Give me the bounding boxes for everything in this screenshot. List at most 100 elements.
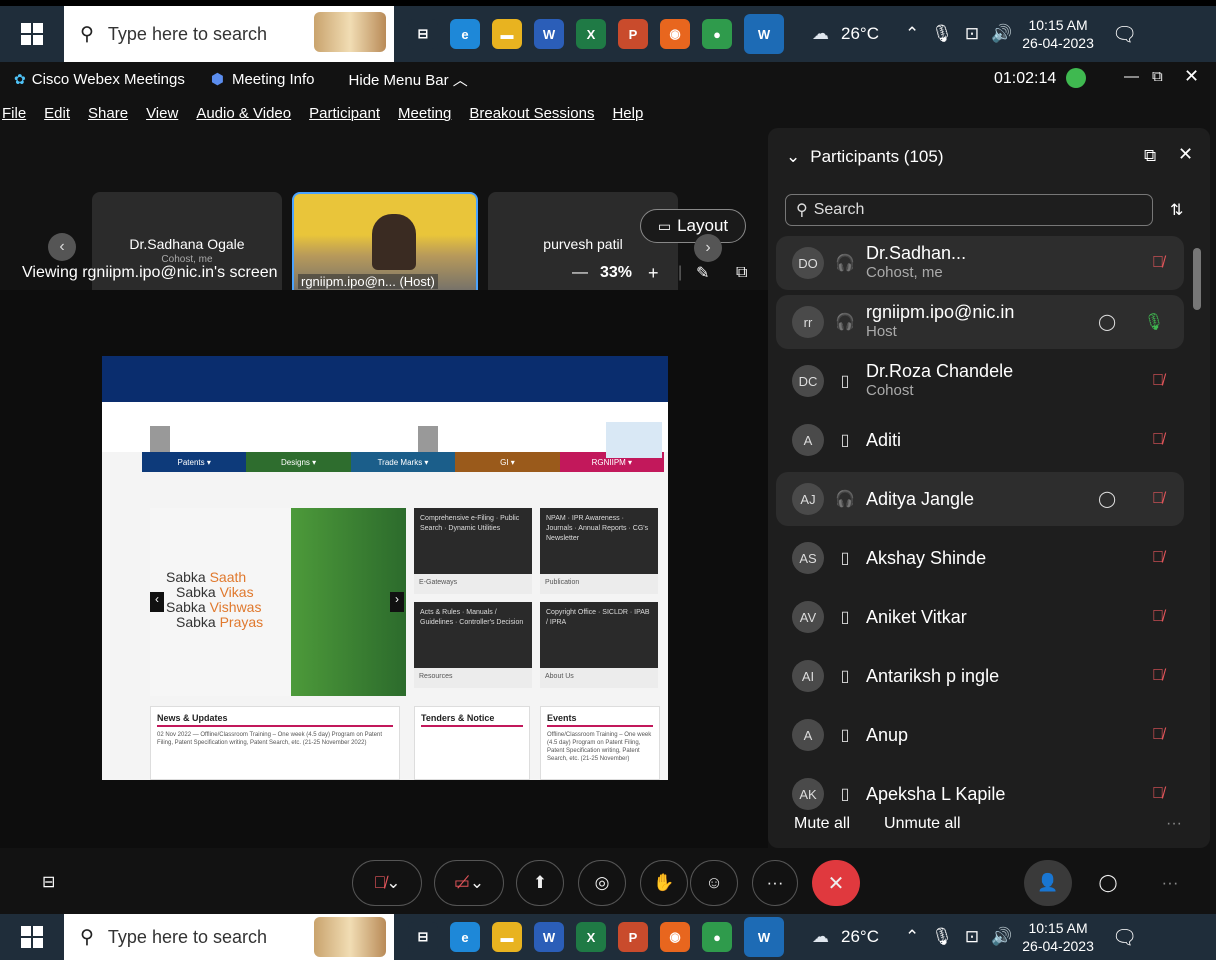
taskbar-clock[interactable]: 10:15 AM 26-04-2023 [1022,919,1094,955]
pop-out-icon[interactable]: ⧉ [736,264,747,282]
weather-icon[interactable]: ☁ [812,927,829,947]
mic-muted-icon[interactable]: 🎙̸ [1152,490,1164,508]
site-tile[interactable]: Comprehensive e-Filing · Public Search ·… [414,508,532,594]
word-taskbar-icon[interactable]: W [534,922,564,952]
menu-item[interactable]: Audio & Video [196,105,291,122]
meeting-info-button[interactable]: Meeting Info [232,71,315,88]
file-explorer-taskbar-icon[interactable]: ▬ [492,922,522,952]
menu-item[interactable]: View [146,105,178,122]
powerpoint-taskbar-icon[interactable]: P [618,922,648,952]
participants-scrollbar[interactable] [1192,240,1202,800]
zoom-in-button[interactable]: + [648,263,659,284]
firefox-taskbar-icon[interactable]: ◉ [660,19,690,49]
site-menu-item[interactable]: Designs ▾ [246,452,351,472]
microphone-icon[interactable]: 🎙 [931,927,953,947]
participant-row[interactable]: rr 🎧 rgniipm.ipo@nic.in Host ◯ 🎙 [776,295,1184,349]
network-icon[interactable]: ⊡ [965,927,979,947]
participant-row[interactable]: AJ 🎧 Aditya Jangle ◯ 🎙̸ [776,472,1184,526]
firefox-taskbar-icon[interactable]: ◉ [660,922,690,952]
weather-icon[interactable]: ☁ [812,24,829,44]
taskbar-search[interactable]: ⚲ Type here to search [64,6,394,62]
mic-muted-icon[interactable]: 🎙̸ [1152,726,1164,744]
powerpoint-taskbar-icon[interactable]: P [618,19,648,49]
menu-item[interactable]: Share [88,105,128,122]
task-view-taskbar-icon[interactable]: ⊟ [408,19,438,49]
menu-item[interactable]: Help [612,105,643,122]
mic-muted-icon[interactable]: 🎙̸ [1152,254,1164,272]
carousel-next-icon[interactable]: › [390,592,404,612]
start-button[interactable] [0,6,64,62]
chevron-down-icon[interactable]: ⌄ [786,147,800,167]
menu-item[interactable]: Edit [44,105,70,122]
carousel-prev-icon[interactable]: ‹ [150,592,164,612]
site-menu-item[interactable]: Patents ▾ [142,452,247,472]
captions-icon[interactable]: ⊟ [42,872,55,892]
edge-taskbar-icon[interactable]: e [450,922,480,952]
restore-icon[interactable]: ⧉ [1152,68,1163,85]
unmute-all-button[interactable]: Unmute all [884,815,960,833]
weather-temp[interactable]: 26°C [841,927,879,947]
chat-bubble-icon[interactable]: ◯ [1098,489,1116,509]
excel-taskbar-icon[interactable]: X [576,19,606,49]
volume-icon[interactable]: 🔊 [991,927,1012,947]
taskbar-clock[interactable]: 10:15 AM 26-04-2023 [1022,16,1094,52]
hide-menu-button[interactable]: Hide Menu Bar ︿ [349,69,468,90]
record-button[interactable]: ◎ [578,860,626,906]
scrollbar-thumb[interactable] [1193,248,1201,310]
participant-row[interactable]: A ▯ Anup 🎙̸ [776,708,1184,762]
layout-button[interactable]: ▭ Layout [640,209,746,243]
chat-button[interactable]: ◯ [1084,860,1132,906]
taskbar-search[interactable]: ⚲ Type here to search [64,914,394,960]
chat-bubble-icon[interactable]: ◯ [1098,312,1116,332]
task-view-taskbar-icon[interactable]: ⊟ [408,922,438,952]
share-button[interactable]: ⬆ [516,860,564,906]
pop-out-icon[interactable]: ⧉ [1144,146,1156,166]
chevron-up-icon[interactable]: ⌃ [905,927,919,947]
microphone-icon[interactable]: 🎙 [931,24,953,44]
chrome-taskbar-icon[interactable]: ● [702,922,732,952]
sort-icon[interactable]: ⇅ [1170,200,1183,220]
banner-carousel[interactable]: Sabka Saath Sabka Vikas Sabka Vishwas Sabka… [150,508,406,696]
participant-row[interactable]: AV ▯ Aniket Vitkar 🎙̸ [776,590,1184,644]
mic-muted-icon[interactable]: 🎙̸ [1152,431,1164,449]
more-options-button[interactable]: ··· [1150,860,1190,906]
site-tile[interactable]: Copyright Office · SICLDR · IPAB / IPRA A… [540,602,658,688]
volume-icon[interactable]: 🔊 [991,24,1012,44]
word-taskbar-icon[interactable]: W [534,19,564,49]
site-menu-item[interactable]: Trade Marks ▾ [350,452,456,472]
reactions-button[interactable]: ☺ [690,860,738,906]
site-tile[interactable]: NPAM · IPR Awareness · Journals · Annual… [540,508,658,594]
minimize-icon[interactable]: — [1124,68,1139,85]
menu-item[interactable]: File [2,105,26,122]
participant-row[interactable]: A ▯ Aditi 🎙̸ [776,413,1184,467]
mute-all-button[interactable]: Mute all [794,815,850,833]
mic-on-icon[interactable]: 🎙 [1144,312,1164,332]
menu-item[interactable]: Meeting [398,105,451,122]
video-button[interactable]: ▭̸ ⌄ [434,860,504,906]
webex-taskbar-icon[interactable]: W [744,14,784,54]
excel-taskbar-icon[interactable]: X [576,922,606,952]
chrome-taskbar-icon[interactable]: ● [702,19,732,49]
more-options-icon[interactable]: ··· [1166,815,1182,833]
webex-taskbar-icon[interactable]: W [744,917,784,957]
menu-item[interactable]: Participant [309,105,380,122]
mic-muted-icon[interactable]: 🎙̸ [1152,549,1164,567]
leave-meeting-button[interactable]: ✕ [812,860,860,906]
close-icon[interactable]: ✕ [1178,144,1193,165]
notification-icon[interactable]: 🗨 [1112,22,1137,47]
edge-taskbar-icon[interactable]: e [450,19,480,49]
zoom-out-button[interactable]: — [572,264,588,282]
participant-row[interactable]: AI ▯ Antariksh p ingle 🎙̸ [776,649,1184,703]
site-menu-item[interactable]: GI ▾ [455,452,560,472]
participant-row[interactable]: DO 🎧 Dr.Sadhan... Cohost, me 🎙̸ [776,236,1184,290]
mic-muted-icon[interactable]: 🎙̸ [1152,667,1164,685]
raise-hand-button[interactable]: ✋ [640,860,688,906]
menu-item[interactable]: Breakout Sessions [469,105,594,122]
participants-toggle-button[interactable]: 👤 [1024,860,1072,906]
participant-row[interactable]: AS ▯ Akshay Shinde 🎙̸ [776,531,1184,585]
start-button[interactable] [0,914,64,960]
chevron-up-icon[interactable]: ⌃ [905,24,919,44]
notification-icon[interactable]: 🗨 [1112,925,1137,950]
mic-muted-icon[interactable]: 🎙̸ [1152,372,1164,390]
more-button[interactable]: ··· [752,860,798,906]
